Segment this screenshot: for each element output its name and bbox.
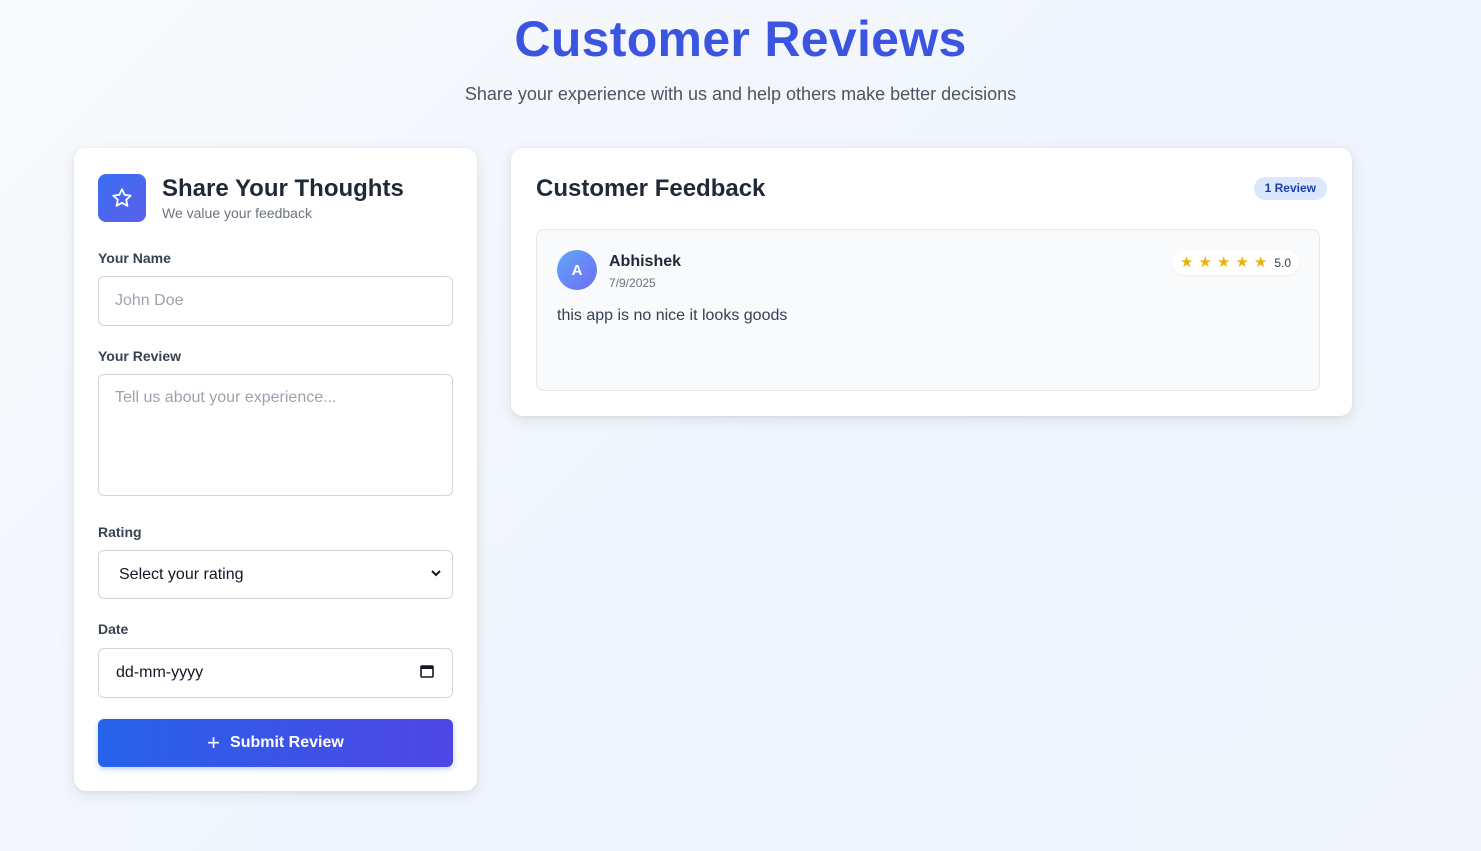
review-item: A Abhishek 7/9/2025 ★ ★ ★ ★ ★ 5.0 this a… <box>536 229 1320 391</box>
review-count-badge: 1 Review <box>1253 177 1327 200</box>
form-title: Share Your Thoughts <box>162 175 404 202</box>
rating-display: ★ ★ ★ ★ ★ 5.0 <box>1172 250 1299 275</box>
review-text: this app is no nice it looks goods <box>557 307 788 324</box>
submit-review-label: Submit Review <box>230 734 344 751</box>
submit-review-button[interactable]: + Submit Review <box>98 719 453 767</box>
date-label: Date <box>98 621 129 637</box>
plus-icon: + <box>207 730 221 755</box>
rating-select-value: Select your rating <box>119 565 244 583</box>
star-icon <box>98 174 146 222</box>
rating-value: 5.0 <box>1274 255 1291 270</box>
star-icon: ★ <box>1198 254 1212 271</box>
star-icon: ★ <box>1180 254 1194 271</box>
page-title: Customer Reviews <box>514 11 967 67</box>
page-subtitle: Share your experience with us and help o… <box>464 84 1017 104</box>
name-label: Your Name <box>98 250 171 266</box>
star-icon: ★ <box>1253 254 1268 271</box>
review-form-card: Share Your Thoughts We value your feedba… <box>74 148 477 791</box>
rating-select[interactable]: Select your rating <box>98 550 453 599</box>
form-subtitle: We value your feedback <box>162 205 312 221</box>
star-icon: ★ <box>1235 254 1249 271</box>
rating-label: Rating <box>98 524 142 540</box>
calendar-icon[interactable] <box>420 664 434 683</box>
page-header: Customer Reviews Share your experience w… <box>0 0 1481 106</box>
form-header: Share Your Thoughts We value your feedba… <box>98 174 404 222</box>
chevron-down-icon <box>430 566 442 584</box>
name-input[interactable] <box>98 276 453 326</box>
avatar: A <box>557 250 597 290</box>
date-input-placeholder: dd-mm-yyyy <box>116 664 204 681</box>
review-label: Your Review <box>98 348 181 364</box>
review-date: 7/9/2025 <box>609 276 656 290</box>
date-input[interactable]: dd-mm-yyyy <box>98 648 453 698</box>
feedback-card: Customer Feedback 1 Review A Abhishek 7/… <box>511 148 1352 416</box>
reviewer-name: Abhishek <box>609 253 682 270</box>
feedback-title: Customer Feedback <box>536 175 766 202</box>
star-icon: ★ <box>1216 254 1231 271</box>
review-textarea[interactable] <box>98 374 453 496</box>
